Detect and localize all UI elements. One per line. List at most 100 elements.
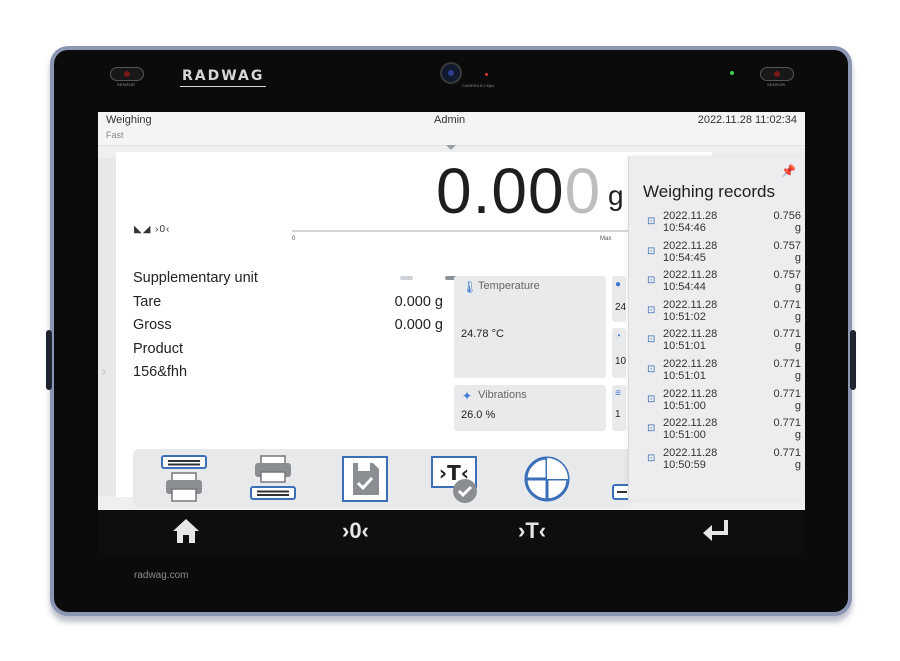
records-title: Weighing records — [643, 182, 775, 201]
touch-screen: Weighing Fast Admin 2022.11.28 11:02:34 … — [98, 112, 805, 510]
camera-lens-icon — [440, 62, 462, 84]
record-value: 0.771 — [773, 387, 801, 400]
save-icon — [342, 456, 388, 502]
humidity-value: 24 — [615, 302, 626, 313]
record-icon: ⊡ — [647, 452, 656, 464]
info-value: 0.000 g — [394, 317, 443, 333]
print-header-icon — [161, 455, 207, 502]
record-icon: ⊡ — [647, 275, 656, 287]
pressure-tile[interactable]: ◔ 10 — [612, 328, 626, 378]
record-item[interactable]: ⊡ 2022.11.28 10:50:59 0.771 g — [647, 447, 803, 477]
record-item[interactable]: ⊡ 2022.11.28 10:51:00 0.771 g — [647, 417, 803, 447]
adjustment-button[interactable] — [523, 455, 570, 502]
info-row: 156&fhh — [133, 364, 443, 388]
side-button-left[interactable] — [46, 330, 52, 390]
info-row: Product — [133, 341, 443, 365]
record-item[interactable]: ⊡ 2022.11.28 10:51:02 0.771 g — [647, 299, 803, 329]
save-record-button[interactable] — [341, 455, 388, 502]
record-unit: g — [794, 222, 801, 234]
record-date: 2022.11.28 — [663, 357, 718, 370]
working-mode-title[interactable]: Weighing — [106, 114, 152, 126]
record-value: 0.757 — [773, 269, 801, 282]
record-item[interactable]: ⊡ 2022.11.28 10:51:01 0.771 g — [647, 358, 803, 388]
home-icon — [173, 519, 199, 543]
record-value: 0.756 — [773, 210, 801, 222]
record-value: 0.771 — [773, 357, 801, 370]
record-item[interactable]: ⊡ 2022.11.28 10:54:46 0.756 g — [647, 210, 803, 240]
record-item[interactable]: ⊡ 2022.11.28 10:51:01 0.771 g — [647, 328, 803, 358]
info-label: 156&fhh — [133, 364, 188, 380]
side-button-right[interactable] — [850, 330, 856, 390]
adjustment-icon — [524, 456, 570, 502]
print-footer-button[interactable] — [249, 455, 296, 501]
proximity-sensor-right — [760, 67, 794, 81]
weighing-panel: 0.000 g ◣◢ ›0‹ 0 Max Supplementary unit … — [116, 152, 712, 507]
weight-reading-main: 0.00 — [436, 155, 565, 227]
record-time: 10:54:45 — [663, 251, 706, 264]
record-time: 10:51:01 — [663, 340, 706, 353]
level-icon: ≡ — [615, 388, 621, 399]
working-mode-subtitle: Fast — [106, 130, 124, 140]
record-value: 0.771 — [773, 328, 801, 341]
home-button[interactable] — [172, 518, 200, 550]
temperature-value: 24.78 °C — [461, 328, 504, 340]
thermometer-icon: 🌡 — [462, 280, 478, 294]
record-time: 10:51:02 — [663, 310, 706, 323]
camera-indicator-led — [485, 73, 488, 76]
record-item[interactable]: ⊡ 2022.11.28 10:54:44 0.757 g — [647, 269, 803, 299]
record-unit: g — [794, 399, 801, 412]
record-item[interactable]: ⊡ 2022.11.28 10:54:45 0.757 g — [647, 240, 803, 270]
hardware-nav-bar: ›0‹ ›T‹ — [98, 510, 805, 554]
record-unit: g — [794, 251, 801, 264]
humidity-icon: ● — [615, 279, 622, 290]
info-label: Tare — [133, 293, 162, 310]
weight-reading: 0.000 — [436, 152, 601, 230]
zero-button[interactable]: ›0‹ — [342, 518, 369, 544]
print-footer-icon — [250, 455, 296, 500]
date-time: 2022.11.28 11:02:34 — [697, 114, 797, 126]
record-date: 2022.11.28 — [663, 239, 718, 252]
humidity-tile[interactable]: ● 24 — [612, 276, 626, 322]
record-icon: ⊡ — [647, 334, 656, 346]
camera-caption: CAMERA 8.0 Mpx — [462, 83, 495, 88]
record-icon: ⊡ — [647, 393, 656, 405]
record-date: 2022.11.28 — [663, 387, 718, 400]
enter-button[interactable] — [702, 518, 730, 550]
stability-zero-indicators: ◣◢ ›0‹ — [134, 224, 171, 235]
pull-down-caret-icon[interactable] — [446, 145, 456, 150]
record-unit: g — [794, 281, 801, 294]
tare-confirm-button[interactable]: ›T‹ — [431, 455, 477, 503]
vibrations-value: 26.0 % — [461, 409, 496, 421]
pressure-icon: ◔ — [615, 331, 622, 342]
chevron-right-icon[interactable]: › — [102, 364, 106, 378]
weight-unit[interactable]: g — [608, 180, 624, 212]
record-unit: g — [794, 340, 801, 353]
weight-reading-last-digit: 0 — [564, 155, 602, 227]
status-bar: Weighing Fast Admin 2022.11.28 11:02:34 — [98, 112, 805, 150]
sensor-caption-left: SENSOR — [117, 82, 136, 87]
records-list: ⊡ 2022.11.28 10:54:46 0.756 g ⊡ 2022.11.28 10:… — [647, 210, 803, 476]
temperature-tile[interactable]: 🌡 Temperature 24.78 °C — [454, 276, 606, 378]
record-icon: ⊡ — [647, 245, 656, 257]
tare-confirm-icon: ›T‹ — [431, 456, 477, 503]
vibrations-tile[interactable]: ✦ Vibrations 26.0 % — [454, 385, 606, 431]
record-date: 2022.11.28 — [663, 269, 718, 282]
info-label: Product — [133, 340, 183, 357]
left-drawer-handle[interactable]: › — [98, 158, 116, 496]
pin-icon[interactable]: 📌 — [781, 164, 796, 178]
weighing-records-panel[interactable]: 📌 Weighing records ⊡ 2022.11.28 10:54:46 0.… — [628, 156, 805, 500]
record-date: 2022.11.28 — [663, 446, 718, 459]
record-unit: g — [794, 429, 801, 442]
tare-button[interactable]: ›T‹ — [518, 518, 546, 544]
print-header-button[interactable] — [160, 455, 207, 502]
record-time: 10:54:46 — [663, 222, 706, 234]
level-tile[interactable]: ≡ 1 — [612, 385, 626, 431]
record-item[interactable]: ⊡ 2022.11.28 10:51:00 0.771 g — [647, 388, 803, 418]
info-row: Tare 0.000 g — [133, 294, 443, 318]
enter-icon — [703, 520, 728, 541]
logged-user[interactable]: Admin — [434, 114, 465, 126]
record-time: 10:51:00 — [663, 429, 706, 442]
record-time: 10:54:44 — [663, 281, 706, 294]
record-unit: g — [794, 458, 801, 471]
record-value: 0.771 — [773, 417, 801, 430]
